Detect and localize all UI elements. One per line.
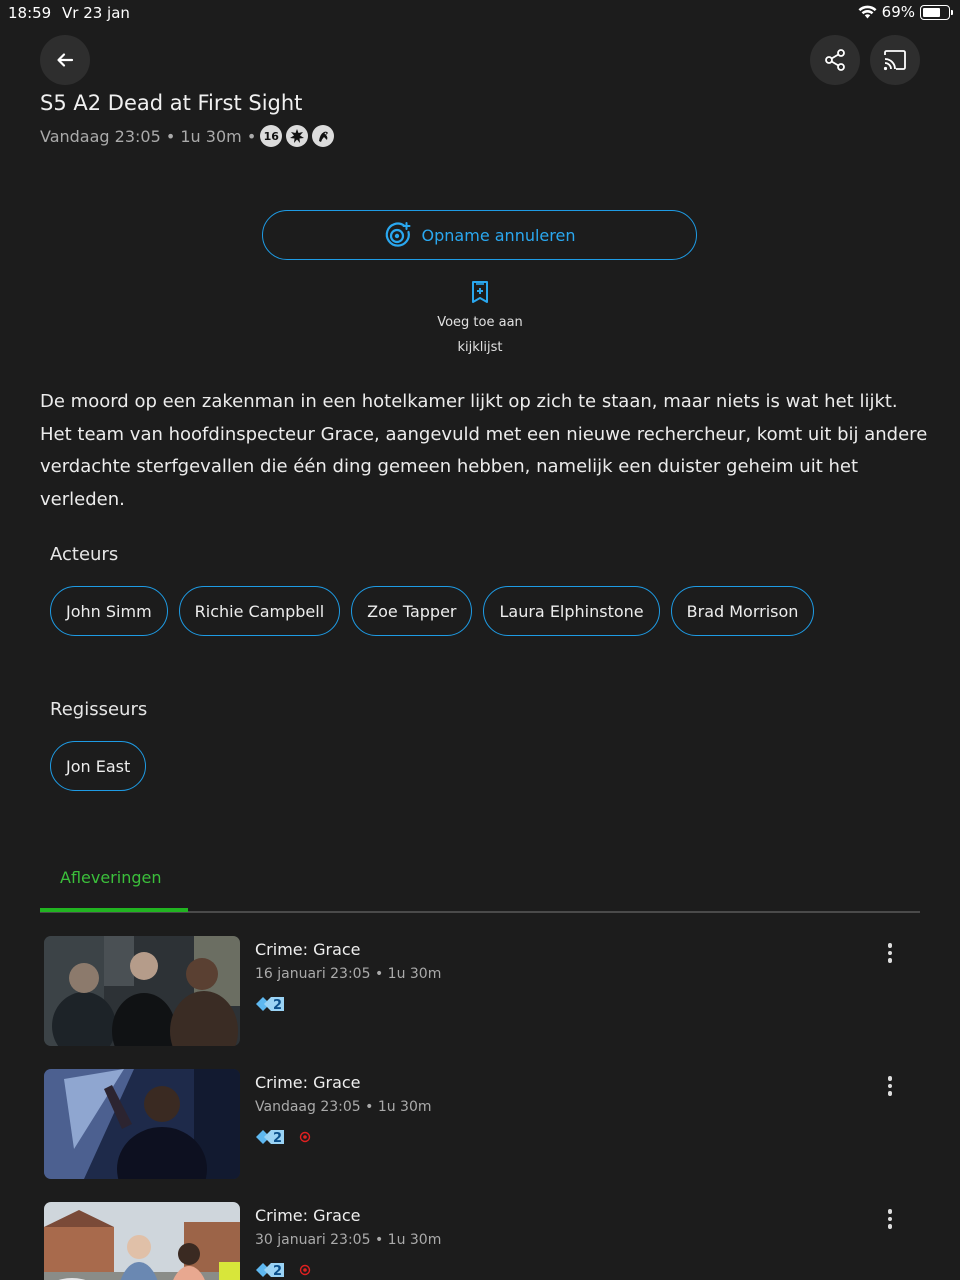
bookmark-add-icon	[472, 281, 488, 303]
episode-thumbnail	[44, 936, 240, 1046]
fear-icon	[312, 125, 335, 147]
program-meta: Vandaag 23:05 • 1u 30m • 16	[40, 125, 335, 147]
battery-icon	[920, 4, 953, 20]
episode-icons: 2	[255, 1260, 311, 1280]
watchlist-label-line2: kijklijst	[457, 340, 503, 355]
actor-chip[interactable]: Zoe Tapper	[351, 586, 473, 636]
arrow-left-icon	[57, 53, 74, 67]
svg-text:2: 2	[273, 1264, 282, 1279]
svg-text:2: 2	[273, 998, 282, 1013]
add-to-watchlist-button[interactable]: Voeg toe aan kijklijst	[380, 280, 580, 360]
actors-heading: Acteurs	[50, 544, 119, 565]
recording-icon	[299, 1131, 311, 1143]
program-detail-page: 18:59 Vr 23 jan 69% S5 A2 Dead at First …	[0, 0, 960, 1280]
status-bar: 18:59 Vr 23 jan 69%	[0, 0, 960, 26]
directors-heading: Regisseurs	[50, 699, 148, 720]
episode-icons: 2	[255, 1127, 311, 1147]
episode-title: Crime: Grace	[255, 1073, 361, 1092]
share-icon	[825, 49, 845, 71]
watchlist-label-line1: Voeg toe aan	[437, 315, 523, 330]
svg-text:2: 2	[273, 1131, 282, 1146]
more-options-button[interactable]	[880, 942, 900, 964]
more-options-button[interactable]	[880, 1075, 900, 1097]
episode-item[interactable]: Crime: Grace 16 januari 23:05 • 1u 30m 2	[44, 936, 924, 1046]
episode-meta: 30 januari 23:05 • 1u 30m	[255, 1232, 442, 1248]
more-options-button[interactable]	[880, 1208, 900, 1230]
violence-icon	[286, 125, 309, 147]
actor-chip[interactable]: Brad Morrison	[670, 586, 815, 636]
actor-chip[interactable]: Richie Campbell	[178, 586, 341, 636]
tab-episodes[interactable]: Afleveringen	[60, 868, 161, 887]
back-button[interactable]	[40, 35, 90, 85]
episode-thumbnail	[44, 1202, 240, 1280]
episode-title: Crime: Grace	[255, 940, 361, 959]
record-cancel-icon	[385, 222, 411, 247]
program-description: De moord op een zakenman in een hotelkam…	[40, 391, 928, 510]
status-time: 18:59	[8, 4, 52, 22]
episode-thumbnail	[44, 1069, 240, 1179]
episode-icons: 2	[255, 994, 285, 1014]
age-rating-16-icon: 16	[260, 125, 283, 147]
cast-button[interactable]	[870, 35, 920, 85]
program-title: S5 A2 Dead at First Sight	[40, 91, 303, 115]
cancel-recording-label: Opname annuleren	[421, 225, 576, 245]
actors-list: John Simm Richie Campbell Zoe Tapper Lau…	[50, 586, 815, 636]
battery-percentage: 69%	[881, 3, 915, 21]
episode-title: Crime: Grace	[255, 1206, 361, 1225]
director-chip[interactable]: Jon East	[50, 741, 147, 791]
status-date: Vr 23 jan	[62, 4, 130, 22]
directors-list: Jon East	[50, 741, 147, 791]
episode-item[interactable]: Crime: Grace 30 januari 23:05 • 1u 30m 2	[44, 1202, 924, 1280]
channel-2-icon: 2	[256, 1130, 284, 1146]
episode-meta: 16 januari 23:05 • 1u 30m	[255, 966, 442, 982]
channel-2-icon: 2	[256, 997, 284, 1013]
episode-meta: Vandaag 23:05 • 1u 30m	[255, 1099, 432, 1115]
wifi-icon	[858, 5, 877, 19]
cancel-recording-button[interactable]: Opname annuleren	[262, 210, 697, 260]
program-meta-text: Vandaag 23:05 • 1u 30m •	[40, 126, 257, 146]
recording-icon	[299, 1264, 311, 1276]
share-button[interactable]	[810, 35, 860, 85]
actor-chip[interactable]: John Simm	[50, 586, 168, 636]
episode-item[interactable]: Crime: Grace Vandaag 23:05 • 1u 30m 2	[44, 1069, 924, 1179]
tab-active-indicator	[40, 908, 188, 912]
cast-icon	[883, 50, 906, 71]
status-indicators: 69%	[858, 3, 953, 21]
channel-2-icon: 2	[256, 1263, 284, 1279]
actor-chip[interactable]: Laura Elphinstone	[483, 586, 660, 636]
